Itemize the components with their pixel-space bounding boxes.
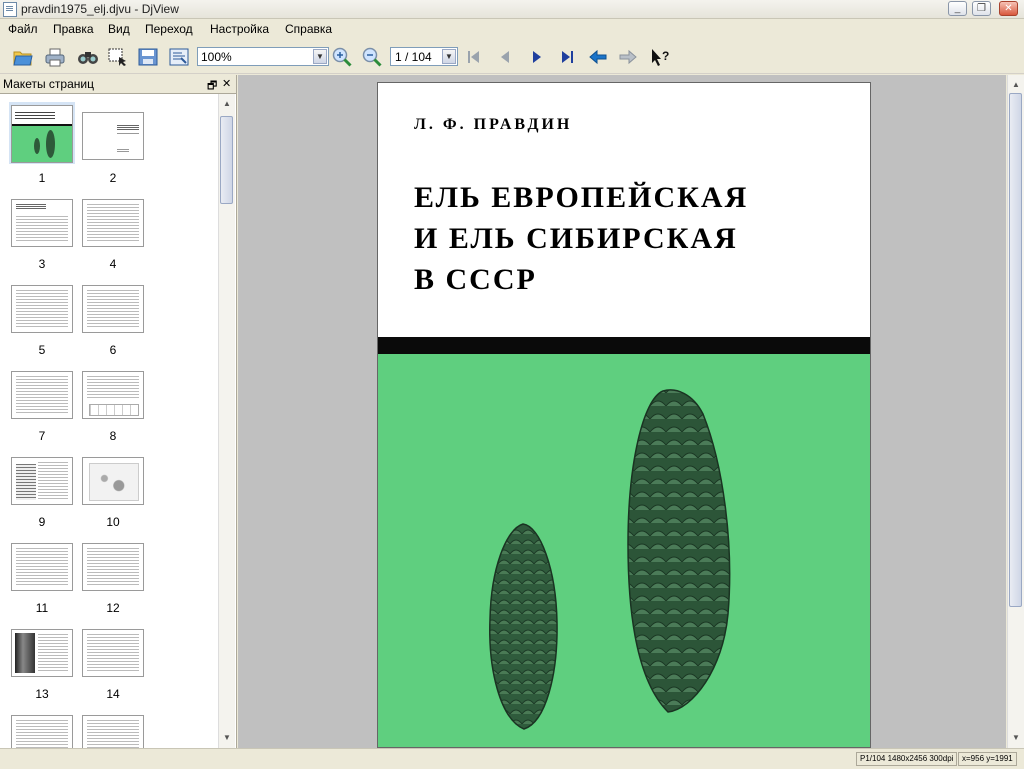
find-icon[interactable] bbox=[76, 46, 100, 68]
thumbnail-page[interactable] bbox=[11, 715, 73, 748]
print-icon[interactable] bbox=[43, 46, 67, 68]
thumbnail-page[interactable] bbox=[82, 715, 144, 748]
save-icon[interactable] bbox=[136, 46, 160, 68]
title-bar: pravdin1975_elj.djvu - DjView _ ❐ ✕ bbox=[0, 0, 1024, 19]
thumbnail-label: 7 bbox=[38, 429, 46, 443]
thumbnail-label: 6 bbox=[109, 343, 117, 357]
thumbnail-label: 3 bbox=[38, 257, 46, 271]
cover-illustration bbox=[378, 354, 870, 747]
thumbnail-list: 1 2 3 4 5 6 7 8 9 10 11 12 13 14 bbox=[0, 94, 218, 748]
thumbnail-page[interactable] bbox=[11, 543, 73, 591]
thumbnail-label: 13 bbox=[35, 687, 49, 701]
app-icon bbox=[3, 2, 17, 17]
zoom-combobox[interactable]: 100% ▼ bbox=[197, 47, 329, 66]
menu-bar: Файл Правка Вид Переход Настройка Справк… bbox=[0, 19, 1024, 39]
chevron-down-icon[interactable]: ▼ bbox=[313, 49, 327, 64]
panel-title: Макеты страниц bbox=[3, 77, 94, 91]
scrollbar-thumb[interactable] bbox=[1009, 93, 1022, 607]
thumbnail-page[interactable] bbox=[82, 629, 144, 677]
thumbnail-label: 12 bbox=[106, 601, 120, 615]
forward-icon[interactable] bbox=[616, 46, 640, 68]
thumbnail-label: 14 bbox=[106, 687, 120, 701]
scrollbar-thumb[interactable] bbox=[220, 116, 233, 204]
book-title-line: В СССР bbox=[414, 263, 537, 296]
panel-header: Макеты страниц 🗗 ✕ bbox=[0, 75, 236, 94]
cursor-coords: x=956 y=1991 bbox=[958, 752, 1017, 766]
select-icon[interactable] bbox=[106, 46, 130, 68]
maximize-button[interactable]: ❐ bbox=[972, 1, 991, 16]
thumbnail-label: 10 bbox=[106, 515, 120, 529]
scroll-up-icon[interactable]: ▲ bbox=[1008, 77, 1024, 93]
book-title-line: И ЕЛЬ СИБИРСКАЯ bbox=[414, 222, 738, 255]
book-author: Л. Ф. ПРАВДИН bbox=[414, 116, 573, 133]
menu-file[interactable]: Файл bbox=[8, 22, 38, 36]
svg-text:?: ? bbox=[662, 49, 669, 63]
thumbnail-label: 4 bbox=[109, 257, 117, 271]
book-title-line: ЕЛЬ ЕВРОПЕЙСКАЯ bbox=[414, 181, 749, 214]
page-info: P1/104 1480x2456 300dpi bbox=[856, 752, 958, 766]
thumbnail-page[interactable] bbox=[82, 199, 144, 247]
toolbar: ? bbox=[0, 41, 1024, 74]
thumbnail-page[interactable] bbox=[11, 105, 73, 163]
chevron-down-icon[interactable]: ▼ bbox=[442, 49, 456, 64]
thumbnail-page[interactable] bbox=[82, 112, 144, 160]
page-combobox[interactable]: 1 / 104 ▼ bbox=[390, 47, 458, 66]
thumbnail-label: 1 bbox=[38, 171, 46, 185]
window-title: pravdin1975_elj.djvu - DjView bbox=[21, 2, 179, 16]
thumbnail-page[interactable] bbox=[11, 629, 73, 677]
zoom-value: 100% bbox=[201, 50, 232, 64]
page-value: 1 / 104 bbox=[395, 50, 432, 64]
whats-this-icon[interactable]: ? bbox=[648, 46, 672, 68]
menu-view[interactable]: Вид bbox=[108, 22, 130, 36]
cover-band bbox=[378, 337, 870, 354]
close-button[interactable]: ✕ bbox=[999, 1, 1018, 16]
zoom-in-icon[interactable] bbox=[331, 46, 355, 68]
first-page-icon[interactable] bbox=[462, 46, 486, 68]
thumbnail-page[interactable] bbox=[82, 285, 144, 333]
scroll-down-icon[interactable]: ▼ bbox=[1008, 730, 1024, 746]
thumbnails-panel: Макеты страниц 🗗 ✕ 1 2 3 4 5 6 7 8 9 10 … bbox=[0, 75, 237, 748]
document-scrollbar[interactable]: ▲ ▼ bbox=[1007, 75, 1024, 748]
last-page-icon[interactable] bbox=[555, 46, 579, 68]
spruce-cones-image bbox=[489, 389, 731, 730]
thumbnail-label: 11 bbox=[35, 601, 49, 615]
menu-edit[interactable]: Правка bbox=[53, 22, 94, 36]
minimize-button[interactable]: _ bbox=[948, 1, 967, 16]
scroll-down-icon[interactable]: ▼ bbox=[219, 730, 235, 746]
thumbnail-label: 9 bbox=[38, 515, 46, 529]
open-icon[interactable] bbox=[11, 46, 35, 68]
document-page: Л. Ф. ПРАВДИН ЕЛЬ ЕВРОПЕЙСКАЯ И ЕЛЬ СИБИ… bbox=[377, 82, 871, 748]
menu-go[interactable]: Переход bbox=[145, 22, 193, 36]
thumbnail-label: 8 bbox=[109, 429, 117, 443]
menu-help[interactable]: Справка bbox=[285, 22, 332, 36]
thumbnail-scrollbar[interactable]: ▲ ▼ bbox=[218, 94, 235, 748]
thumbnail-label: 5 bbox=[38, 343, 46, 357]
document-view[interactable]: Л. Ф. ПРАВДИН ЕЛЬ ЕВРОПЕЙСКАЯ И ЕЛЬ СИБИ… bbox=[238, 75, 1006, 748]
thumbnail-page[interactable] bbox=[11, 285, 73, 333]
scroll-up-icon[interactable]: ▲ bbox=[219, 96, 235, 112]
thumbnail-page[interactable] bbox=[11, 457, 73, 505]
zoom-out-icon[interactable] bbox=[361, 46, 385, 68]
status-bar: P1/104 1480x2456 300dpi x=956 y=1991 bbox=[0, 748, 1024, 769]
thumbnail-page[interactable] bbox=[82, 371, 144, 419]
thumbnail-page[interactable] bbox=[11, 371, 73, 419]
thumbnail-page[interactable] bbox=[11, 199, 73, 247]
thumbnail-label: 2 bbox=[109, 171, 117, 185]
thumbnail-page[interactable] bbox=[82, 457, 144, 505]
thumbnail-page[interactable] bbox=[82, 543, 144, 591]
menu-settings[interactable]: Настройка bbox=[210, 22, 269, 36]
back-icon[interactable] bbox=[586, 46, 610, 68]
next-page-icon[interactable] bbox=[525, 46, 549, 68]
close-panel-icon[interactable]: ✕ bbox=[222, 77, 231, 90]
export-icon[interactable] bbox=[167, 46, 191, 68]
prev-page-icon[interactable] bbox=[493, 46, 517, 68]
